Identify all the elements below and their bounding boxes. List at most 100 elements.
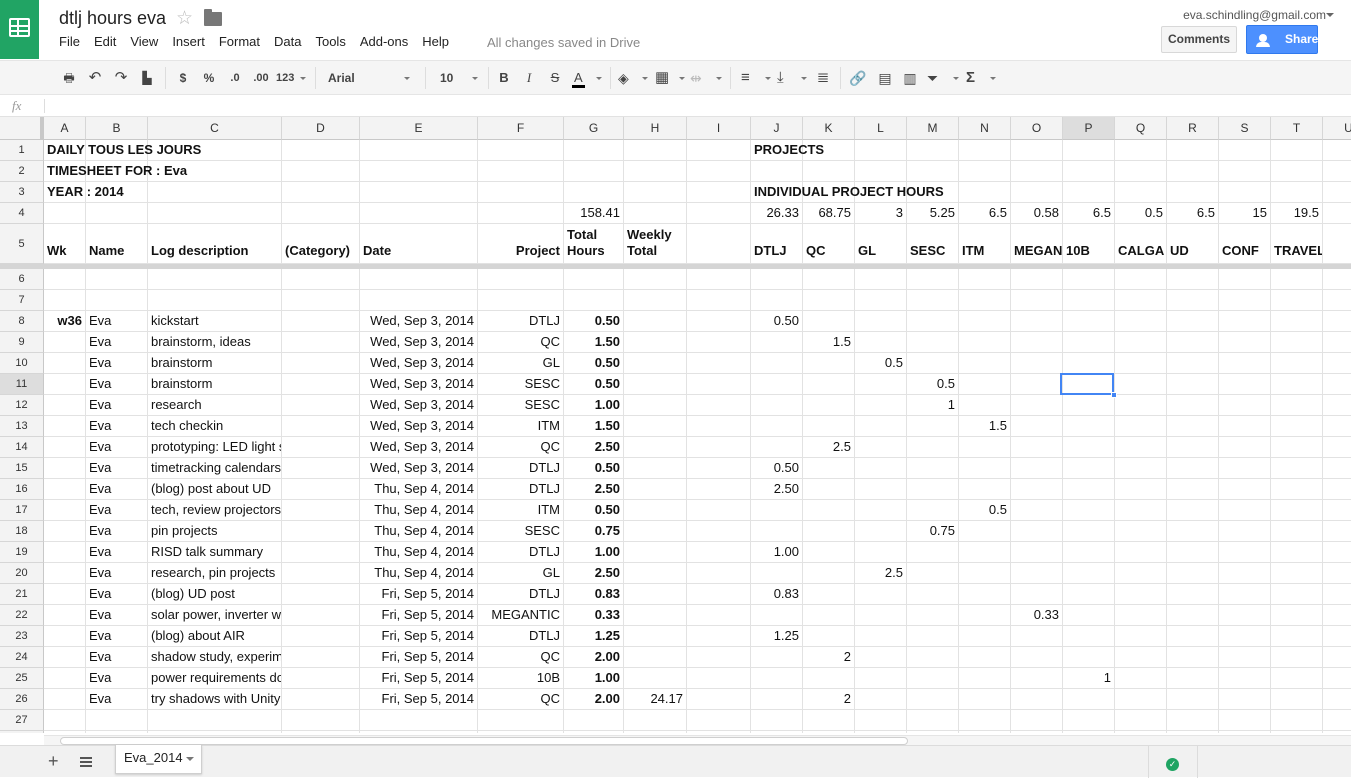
grid-cell[interactable] bbox=[1219, 458, 1271, 479]
grid-cell[interactable] bbox=[1323, 437, 1351, 458]
row-header-19[interactable]: 19 bbox=[0, 542, 44, 563]
grid-cell[interactable] bbox=[907, 731, 959, 733]
grid-cell[interactable] bbox=[687, 500, 751, 521]
grid-cell[interactable] bbox=[44, 458, 86, 479]
grid-cell[interactable] bbox=[687, 668, 751, 689]
grid-cell[interactable] bbox=[624, 458, 687, 479]
cell-e8[interactable]: Wed, Sep 3, 2014 bbox=[360, 311, 478, 332]
grid-cell[interactable] bbox=[803, 605, 855, 626]
menu-tools[interactable]: Tools bbox=[308, 34, 352, 54]
grid-cell[interactable] bbox=[282, 395, 360, 416]
cell-q5[interactable]: CALGA bbox=[1115, 224, 1167, 264]
grid-cell[interactable] bbox=[1167, 584, 1219, 605]
cell-g19[interactable]: 1.00 bbox=[564, 542, 624, 563]
grid-cell[interactable] bbox=[855, 521, 907, 542]
grid-cell[interactable] bbox=[1323, 584, 1351, 605]
cell-c20[interactable]: research, pin projects bbox=[148, 563, 282, 584]
row-header-10[interactable]: 10 bbox=[0, 353, 44, 374]
grid-cell[interactable] bbox=[1219, 140, 1271, 161]
column-header-g[interactable]: G bbox=[564, 117, 624, 140]
grid-cell[interactable] bbox=[1271, 584, 1323, 605]
grid-cell[interactable] bbox=[44, 500, 86, 521]
grid-cell[interactable] bbox=[1167, 332, 1219, 353]
grid-cell[interactable] bbox=[564, 161, 624, 182]
cell-f26[interactable]: QC bbox=[478, 689, 564, 710]
cell-e26[interactable]: Fri, Sep 5, 2014 bbox=[360, 689, 478, 710]
cell-g17[interactable]: 0.50 bbox=[564, 500, 624, 521]
grid-cell[interactable] bbox=[282, 500, 360, 521]
cell-e23[interactable]: Fri, Sep 5, 2014 bbox=[360, 626, 478, 647]
grid-cell[interactable] bbox=[1323, 542, 1351, 563]
spreadsheet-grid[interactable]: A B C D E F G H I J K L M N O P Q R S T U 1 DAILY TOUS LES JOU… bbox=[0, 117, 1351, 733]
grid-cell[interactable] bbox=[907, 668, 959, 689]
grid-cell[interactable] bbox=[564, 731, 624, 733]
column-header-i[interactable]: I bbox=[687, 117, 751, 140]
grid-cell[interactable] bbox=[1323, 203, 1351, 224]
grid-cell[interactable] bbox=[751, 710, 803, 731]
grid-cell[interactable] bbox=[624, 416, 687, 437]
grid-cell[interactable] bbox=[1115, 605, 1167, 626]
grid-cell[interactable] bbox=[907, 710, 959, 731]
cell-g10[interactable]: 0.50 bbox=[564, 353, 624, 374]
grid-cell[interactable] bbox=[624, 374, 687, 395]
grid-cell[interactable] bbox=[803, 521, 855, 542]
grid-cell[interactable] bbox=[478, 731, 564, 733]
row-header-26[interactable]: 26 bbox=[0, 689, 44, 710]
text-color-dropdown[interactable]: A bbox=[572, 61, 602, 95]
grid-cell[interactable] bbox=[282, 647, 360, 668]
grid-cell[interactable] bbox=[751, 269, 803, 290]
grid-cell[interactable] bbox=[1219, 689, 1271, 710]
grid-cell[interactable] bbox=[803, 353, 855, 374]
grid-cell[interactable] bbox=[624, 731, 687, 733]
grid-cell[interactable] bbox=[1011, 479, 1063, 500]
grid-cell[interactable] bbox=[907, 290, 959, 311]
grid-cell[interactable] bbox=[751, 374, 803, 395]
cell-c18[interactable]: pin projects bbox=[148, 521, 282, 542]
grid-cell[interactable] bbox=[1219, 395, 1271, 416]
grid-cell[interactable] bbox=[959, 479, 1011, 500]
column-header-n[interactable]: N bbox=[959, 117, 1011, 140]
grid-cell[interactable] bbox=[282, 626, 360, 647]
font-family-dropdown[interactable]: Arial bbox=[328, 61, 410, 95]
cell-e21[interactable]: Fri, Sep 5, 2014 bbox=[360, 584, 478, 605]
cell-s5[interactable]: CONF bbox=[1219, 224, 1271, 264]
grid-cell[interactable] bbox=[478, 710, 564, 731]
cell-j16[interactable]: 2.50 bbox=[751, 479, 803, 500]
grid-cell[interactable] bbox=[687, 140, 751, 161]
grid-cell[interactable] bbox=[1063, 689, 1115, 710]
comment-icon[interactable]: ▤ bbox=[876, 61, 894, 95]
cell-j1[interactable]: PROJECTS bbox=[751, 140, 1051, 161]
cell-b26[interactable]: Eva bbox=[86, 689, 148, 710]
grid-cell[interactable] bbox=[1323, 395, 1351, 416]
column-header-l[interactable]: L bbox=[855, 117, 907, 140]
grid-cell[interactable] bbox=[44, 332, 86, 353]
grid-cell[interactable] bbox=[1063, 437, 1115, 458]
grid-cell[interactable] bbox=[751, 521, 803, 542]
cell-f17[interactable]: ITM bbox=[478, 500, 564, 521]
column-header-t[interactable]: T bbox=[1271, 117, 1323, 140]
grid-cell[interactable] bbox=[148, 203, 282, 224]
grid-cell[interactable] bbox=[624, 605, 687, 626]
grid-cell[interactable] bbox=[1271, 563, 1323, 584]
grid-cell[interactable] bbox=[44, 203, 86, 224]
grid-cell[interactable] bbox=[1063, 710, 1115, 731]
document-title[interactable]: dtlj hours eva bbox=[59, 8, 166, 29]
redo-icon[interactable]: ↷ bbox=[112, 61, 130, 95]
cell-j21[interactable]: 0.83 bbox=[751, 584, 803, 605]
cell-b24[interactable]: Eva bbox=[86, 647, 148, 668]
grid-cell[interactable] bbox=[855, 626, 907, 647]
cell-c14[interactable]: prototyping: LED light shadow bbox=[148, 437, 282, 458]
grid-cell[interactable] bbox=[687, 710, 751, 731]
font-size-dropdown[interactable]: 10 bbox=[440, 61, 478, 95]
row-header-25[interactable]: 25 bbox=[0, 668, 44, 689]
cell-e16[interactable]: Thu, Sep 4, 2014 bbox=[360, 479, 478, 500]
cell-j3[interactable]: INDIVIDUAL PROJECT HOURS bbox=[751, 182, 1051, 203]
cell-f21[interactable]: DTLJ bbox=[478, 584, 564, 605]
sheet-tab[interactable]: Eva_2014 bbox=[115, 745, 202, 774]
cell-c10[interactable]: brainstorm bbox=[148, 353, 282, 374]
cell-b11[interactable]: Eva bbox=[86, 374, 148, 395]
column-header-u[interactable]: U bbox=[1323, 117, 1351, 140]
grid-cell[interactable] bbox=[44, 731, 86, 733]
grid-cell[interactable] bbox=[1011, 353, 1063, 374]
grid-cell[interactable] bbox=[44, 290, 86, 311]
